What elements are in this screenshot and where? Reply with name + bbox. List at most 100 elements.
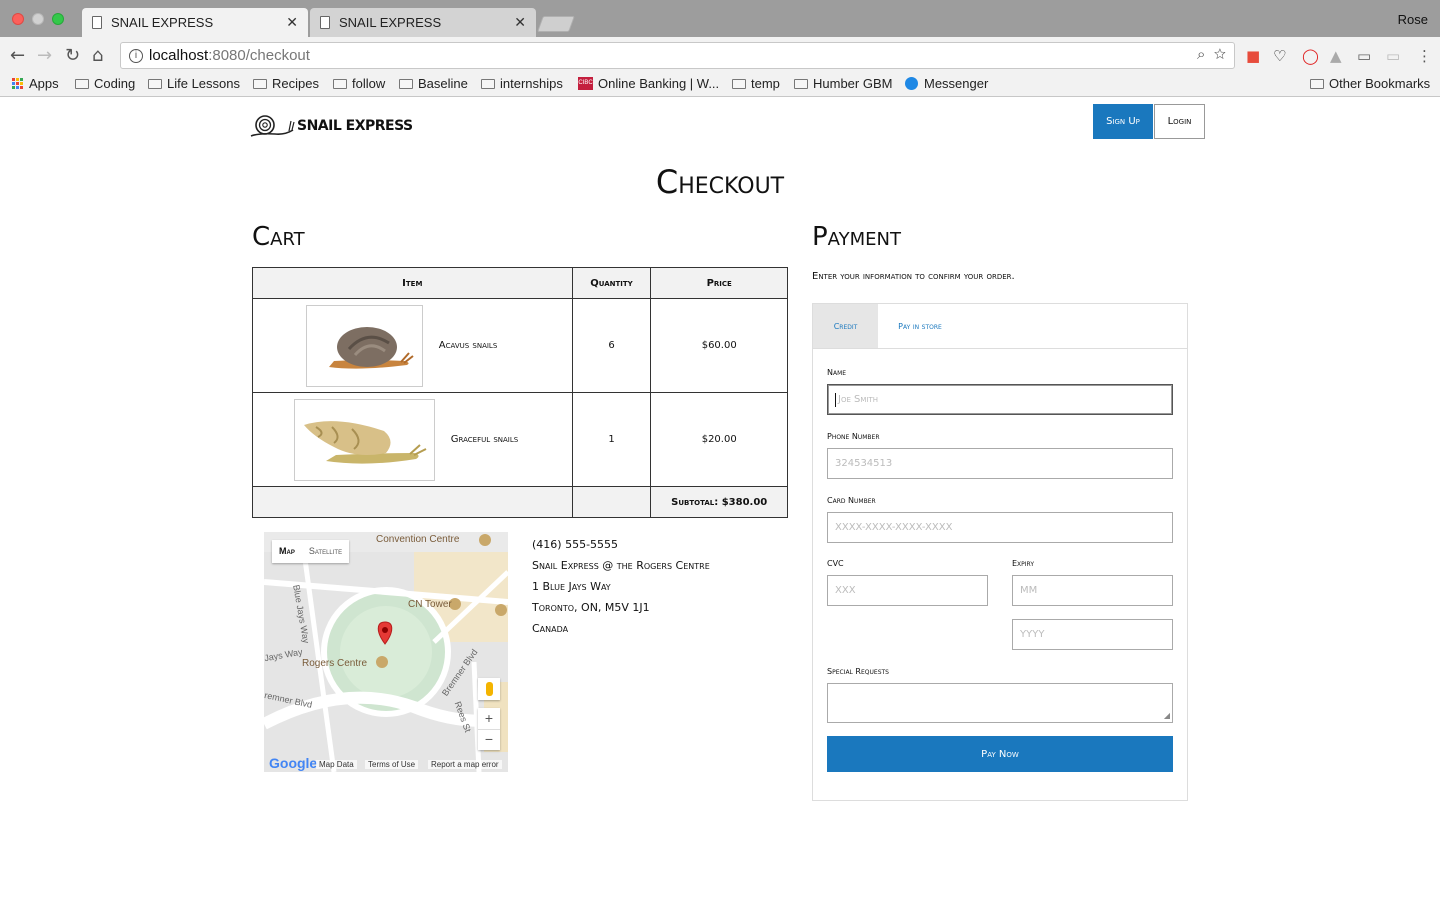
product-name: Acavus snails <box>438 340 498 351</box>
payment-panel: Credit Pay in store <box>812 303 1188 801</box>
tab-credit[interactable]: Credit <box>813 304 878 348</box>
pegman-button[interactable] <box>478 678 500 700</box>
maximize-window-button[interactable] <box>52 13 64 25</box>
item-cell: Acavus snails <box>252 298 573 393</box>
bookmark-coding[interactable]: Coding <box>75 76 135 91</box>
reload-icon[interactable]: ↻ <box>65 45 80 66</box>
map-zoom-control: + − <box>478 708 500 750</box>
zoom-in-icon[interactable]: + <box>478 708 500 729</box>
expiry-year-input[interactable]: YYYY <box>1012 619 1173 650</box>
extension-opera-icon[interactable]: ◯ <box>1302 47 1319 65</box>
year-placeholder: YYYY <box>1020 629 1045 640</box>
bookmark-apps[interactable]: Apps <box>12 76 59 91</box>
pay-now-button[interactable]: Pay Now <box>827 736 1173 772</box>
address-line: Snail Express @ the Rogers Centre <box>532 559 710 572</box>
subtotal-cell: Subtotal: $380.00 <box>650 486 788 518</box>
expiry-month-input[interactable]: MM <box>1012 575 1173 606</box>
zoom-out-icon[interactable]: − <box>478 729 500 750</box>
empty-cell <box>571 486 652 518</box>
map-tab-map[interactable]: Map <box>272 540 302 563</box>
resize-handle-icon[interactable]: ◢ <box>1164 711 1170 720</box>
quantity-cell: 1 <box>571 392 652 487</box>
bookmark-recipes[interactable]: Recipes <box>253 76 319 91</box>
quantity-cell: 6 <box>571 298 652 393</box>
bookmark-follow[interactable]: follow <box>333 76 385 91</box>
close-tab-icon[interactable]: ✕ <box>286 14 298 31</box>
bookmark-temp[interactable]: temp <box>732 76 780 91</box>
browser-tab-active[interactable]: SNAIL EXPRESS ✕ <box>82 8 308 37</box>
map-tab-satellite[interactable]: Satellite <box>302 540 349 563</box>
map-data-link[interactable]: Map Data <box>316 760 357 769</box>
address-line: Toronto, ON, M5V 1J1 <box>532 601 650 614</box>
minimize-window-button[interactable] <box>32 13 44 25</box>
info-icon[interactable]: i <box>129 48 143 63</box>
folder-icon <box>481 78 495 89</box>
extension-blank-icon[interactable]: ▭ <box>1386 47 1400 65</box>
zoom-icon[interactable]: ⌕ <box>1197 46 1205 63</box>
bookmarks-bar: Apps Coding Life Lessons Recipes follow … <box>0 73 1440 97</box>
address-line: 1 Blue Jays Way <box>532 580 611 593</box>
special-requests-textarea[interactable]: ◢ <box>827 683 1173 723</box>
login-button[interactable]: Login <box>1154 104 1205 139</box>
table-row: Acavus snails 6 $60.00 <box>252 298 788 393</box>
folder-icon <box>253 78 267 89</box>
bookmark-internships[interactable]: internships <box>481 76 563 91</box>
close-tab-icon[interactable]: ✕ <box>514 14 526 31</box>
bookmark-humber-gbm[interactable]: Humber GBM <box>794 76 892 91</box>
folder-icon <box>1310 78 1324 89</box>
bookmark-label: Baseline <box>418 76 468 91</box>
card-number-input[interactable]: XXXX-XXXX-XXXX-XXXX <box>827 512 1173 543</box>
subtotal-row: Subtotal: $380.00 <box>252 486 788 518</box>
cast-icon[interactable]: ▭ <box>1357 47 1371 65</box>
url-host: localhost <box>149 47 209 64</box>
bookmark-label: internships <box>500 76 563 91</box>
cvc-placeholder: XXX <box>835 585 856 596</box>
bookmark-other[interactable]: Other Bookmarks <box>1310 76 1430 91</box>
terms-link[interactable]: Terms of Use <box>365 760 419 769</box>
folder-icon <box>794 78 808 89</box>
card-number-placeholder: XXXX-XXXX-XXXX-XXXX <box>835 522 953 533</box>
page-icon <box>320 16 330 29</box>
report-map-error-link[interactable]: Report a map error <box>428 760 502 769</box>
bookmark-messenger[interactable]: Messenger <box>905 76 988 91</box>
store-address: (416) 555-5555 Snail Express @ the Roger… <box>532 534 710 639</box>
cart-header-row: Item Quantity Price <box>252 267 788 299</box>
cvc-input[interactable]: XXX <box>827 575 988 606</box>
menu-kebab-icon[interactable]: ⋮ <box>1417 47 1432 65</box>
bookmark-online-banking[interactable]: CIBC Online Banking | W... <box>578 76 719 91</box>
snail-logo-icon <box>250 115 295 137</box>
phone-placeholder: 324534513 <box>835 458 893 469</box>
bookmark-label: Coding <box>94 76 136 91</box>
bookmark-star-icon[interactable]: ☆ <box>1214 46 1226 63</box>
bookmark-baseline[interactable]: Baseline <box>399 76 468 91</box>
messenger-icon <box>905 77 918 90</box>
name-input[interactable]: Joe Smith <box>827 384 1173 415</box>
page-content: SNAIL EXPRESS Sign Up Login Checkout Car… <box>0 97 1440 900</box>
payment-intro: Enter your information to confirm your o… <box>812 271 1015 282</box>
table-row: Graceful snails 1 $20.00 <box>252 392 788 487</box>
store-map[interactable]: Convention Centre CN Tower Rogers Centre… <box>264 532 508 772</box>
extension-bookmark-icon[interactable]: ■ <box>1246 47 1260 65</box>
browser-tab[interactable]: SNAIL EXPRESS ✕ <box>310 8 536 37</box>
site-logo[interactable]: SNAIL EXPRESS <box>249 113 413 139</box>
new-tab-button[interactable] <box>537 16 575 32</box>
home-icon[interactable]: ⌂ <box>92 45 103 66</box>
extension-heart-icon[interactable]: ♡ <box>1273 47 1286 65</box>
price-cell: $60.00 <box>650 298 788 393</box>
extension-drive-icon[interactable]: ▲ <box>1330 47 1342 65</box>
tab-pay-in-store[interactable]: Pay in store <box>878 304 962 348</box>
empty-cell <box>252 486 573 518</box>
tab-title: SNAIL EXPRESS <box>111 15 214 30</box>
profile-name[interactable]: Rose <box>1398 12 1428 27</box>
phone-input[interactable]: 324534513 <box>827 448 1173 479</box>
map-label: CN Tower <box>408 599 452 610</box>
forward-icon[interactable]: → <box>37 45 52 66</box>
sign-up-button[interactable]: Sign Up <box>1093 104 1153 139</box>
back-icon[interactable]: ← <box>10 45 25 66</box>
close-window-button[interactable] <box>12 13 24 25</box>
folder-icon <box>333 78 347 89</box>
bookmark-life-lessons[interactable]: Life Lessons <box>148 76 240 91</box>
address-bar[interactable]: i localhost:8080/checkout ⌕ ☆ <box>120 42 1235 69</box>
browser-tabstrip: SNAIL EXPRESS ✕ SNAIL EXPRESS ✕ Rose <box>0 0 1440 37</box>
bookmark-label: temp <box>751 76 780 91</box>
